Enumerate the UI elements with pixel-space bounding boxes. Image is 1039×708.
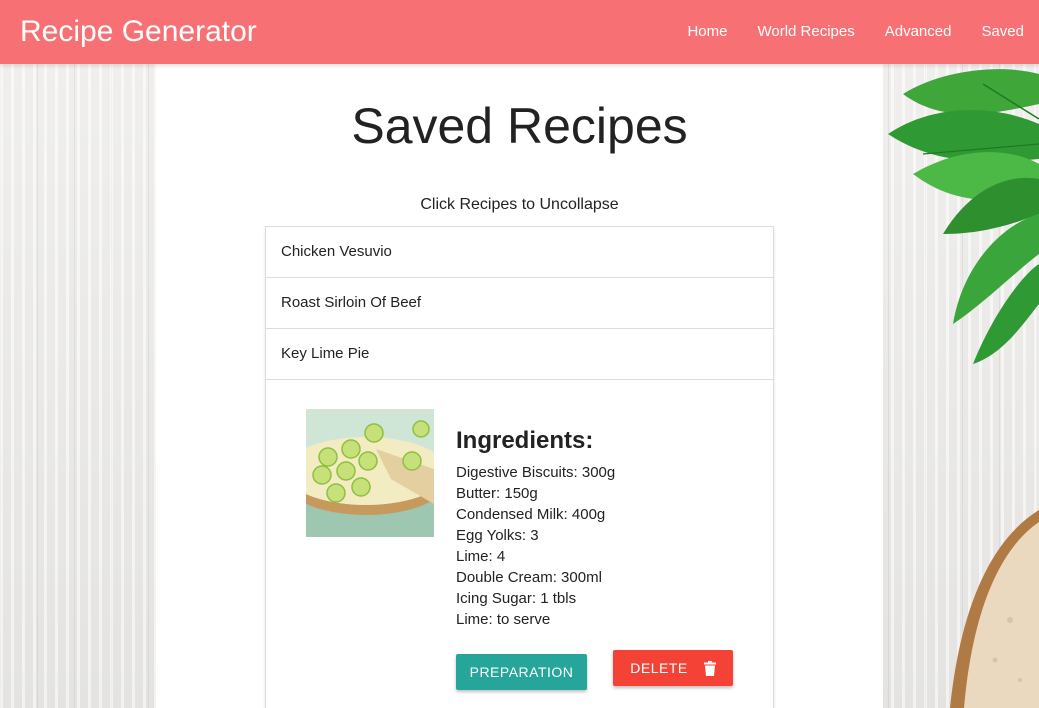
preparation-button-label: Preparation [469, 664, 574, 680]
recipe-image [306, 409, 434, 537]
ingredient-item: Icing Sugar: 1 tbls [456, 590, 577, 607]
recipe-header-roast-sirloin[interactable]: Roast Sirloin Of Beef [266, 278, 773, 329]
ingredient-item: Lime: 4 [456, 548, 506, 565]
ingredient-item: Lime: to serve [456, 611, 551, 628]
ingredients-title: Ingredients: [456, 427, 594, 454]
nav-link-home[interactable]: Home [672, 0, 742, 64]
ingredient-item: Double Cream: 300ml [456, 569, 602, 586]
ingredient-item: Egg Yolks: 3 [456, 527, 539, 544]
trash-icon [703, 660, 716, 676]
preparation-button[interactable]: Preparation [456, 654, 587, 690]
nav-links: Home World Recipes Advanced Saved [672, 0, 1024, 64]
bread-decoration [950, 510, 1039, 708]
recipe-body-key-lime-pie: Ingredients: Digestive Biscuits: 300g Bu… [266, 380, 773, 708]
ingredient-item: Butter: 150g [456, 485, 538, 502]
nav-link-advanced[interactable]: Advanced [870, 0, 967, 64]
page-title: Saved Recipes [351, 98, 688, 154]
ingredient-item: Condensed Milk: 400g [456, 506, 606, 523]
nav-link-saved[interactable]: Saved [966, 0, 1024, 64]
recipe-header-chicken-vesuvio[interactable]: Chicken Vesuvio [266, 227, 773, 278]
brand-logo[interactable]: Recipe Generator [20, 13, 257, 51]
saved-recipes-list: Chicken Vesuvio Roast Sirloin Of Beef Ke… [265, 226, 774, 708]
ingredient-item: Digestive Biscuits: 300g [456, 464, 616, 481]
recipe-header-key-lime-pie[interactable]: Key Lime Pie [266, 329, 773, 380]
ingredients-list: Digestive Biscuits: 300g Butter: 150g Co… [456, 462, 615, 630]
collapse-hint: Click Recipes to Uncollapse [420, 196, 619, 213]
delete-button-label: Delete [630, 660, 688, 676]
nav-link-world-recipes[interactable]: World Recipes [742, 0, 869, 64]
navbar: Recipe Generator Home World Recipes Adva… [0, 0, 1039, 64]
delete-button[interactable]: Delete [613, 650, 733, 686]
